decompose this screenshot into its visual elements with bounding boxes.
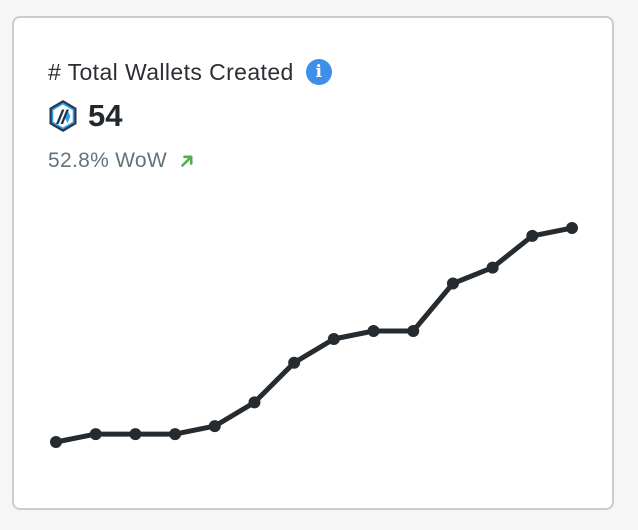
data-point[interactable] (50, 436, 62, 448)
wallets-line-chart (50, 222, 578, 448)
data-point[interactable] (367, 325, 380, 338)
series-line (53, 225, 575, 445)
data-point[interactable] (129, 428, 142, 441)
data-point[interactable] (566, 222, 578, 234)
data-point[interactable] (208, 420, 221, 433)
data-point[interactable] (446, 277, 459, 290)
data-point[interactable] (526, 229, 539, 242)
data-point[interactable] (169, 428, 182, 441)
data-point[interactable] (288, 356, 301, 369)
data-point[interactable] (327, 332, 340, 345)
data-point[interactable] (89, 428, 102, 441)
data-point[interactable] (486, 261, 499, 274)
data-point[interactable] (248, 396, 261, 409)
wallets-created-card: # Total Wallets Created i 54 52.8% WoW (12, 16, 614, 510)
data-point[interactable] (407, 325, 420, 338)
